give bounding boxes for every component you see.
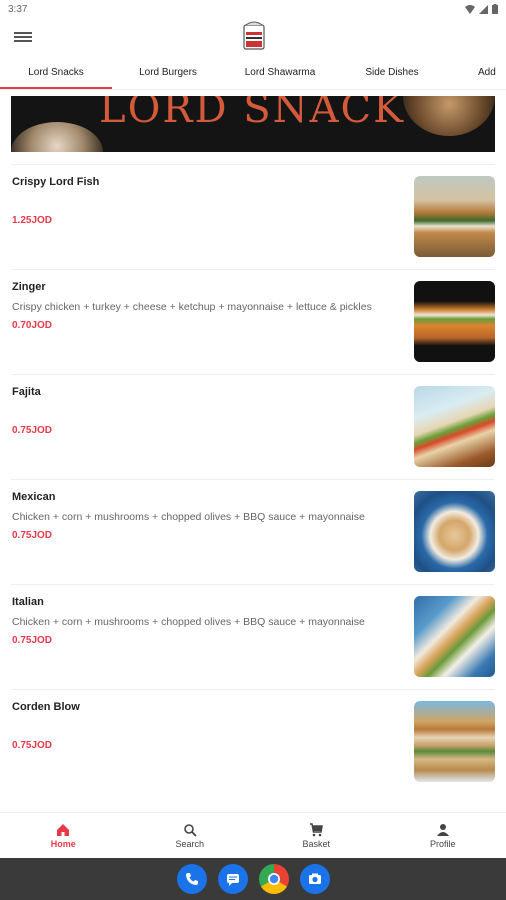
banner-food-right: [403, 96, 495, 136]
item-price: 0.75JOD: [12, 425, 53, 436]
item-image: [414, 596, 495, 677]
cart-icon: [310, 822, 324, 836]
menu-item-zinger[interactable]: Zinger Crispy chicken + turkey + cheese …: [11, 269, 495, 374]
item-image: [414, 386, 495, 467]
person-icon: [436, 823, 449, 836]
menu-icon[interactable]: [14, 30, 32, 46]
tab-lord-burgers[interactable]: Lord Burgers: [112, 58, 224, 89]
item-description: Crispy chicken + turkey + cheese + ketch…: [12, 301, 372, 313]
item-description: Chicken + corn + mushrooms + chopped oli…: [12, 511, 365, 523]
home-icon: [57, 823, 70, 836]
nav-profile-label: Profile: [429, 838, 456, 849]
menu-item-fajita[interactable]: Fajita 0.75JOD: [11, 374, 495, 479]
status-icons: [465, 4, 498, 14]
item-image: [414, 491, 495, 572]
menu-list: Crispy Lord Fish 1.25JOD Zinger Crispy c…: [0, 164, 506, 794]
bottom-navigation: Home Search Basket Profile: [0, 812, 506, 858]
item-price: 0.75JOD: [12, 740, 53, 751]
nav-home[interactable]: Home: [0, 813, 127, 858]
search-icon: [183, 823, 197, 837]
item-description: Chicken + corn + mushrooms + chopped oli…: [12, 616, 365, 628]
tab-add[interactable]: Add: [448, 58, 506, 89]
menu-item-crispy-lord-fish[interactable]: Crispy Lord Fish 1.25JOD: [11, 164, 495, 269]
item-name: Zinger: [12, 281, 46, 293]
status-time: 3:37: [8, 3, 28, 15]
lord-snack-logo[interactable]: [243, 21, 265, 51]
category-tabs: Lord Snacks Lord Burgers Lord Shawarma S…: [0, 58, 506, 90]
status-bar: 3:37: [0, 0, 506, 18]
item-image: [414, 701, 495, 782]
menu-item-corden-blow[interactable]: Corden Blow 0.75JOD: [11, 689, 495, 794]
nav-search[interactable]: Search: [127, 813, 254, 858]
item-price: 0.75JOD: [12, 635, 53, 646]
tab-lord-snacks[interactable]: Lord Snacks: [0, 58, 112, 89]
chrome-icon[interactable]: [258, 864, 289, 894]
item-name: Corden Blow: [12, 701, 80, 713]
item-price: 0.75JOD: [12, 530, 53, 541]
signal-icon: [479, 4, 488, 14]
item-name: Fajita: [12, 386, 41, 398]
tab-lord-shawarma[interactable]: Lord Shawarma: [224, 58, 336, 89]
item-image: [414, 176, 495, 257]
nav-basket-label: Basket: [302, 838, 330, 849]
item-image: [414, 281, 495, 362]
banner-food-left: [11, 122, 103, 152]
nav-profile[interactable]: Profile: [380, 813, 506, 858]
tab-side-dishes[interactable]: Side Dishes: [336, 58, 448, 89]
item-price: 0.70JOD: [12, 320, 53, 331]
item-name: Mexican: [12, 491, 56, 503]
banner-image: LORD SNACK: [11, 96, 495, 152]
camera-icon[interactable]: [299, 864, 330, 894]
item-name: Italian: [12, 596, 44, 608]
item-price: 1.25JOD: [12, 215, 53, 226]
item-name: Crispy Lord Fish: [12, 176, 100, 188]
menu-item-italian[interactable]: Italian Chicken + corn + mushrooms + cho…: [11, 584, 495, 689]
wifi-icon: [465, 4, 475, 14]
phone-icon[interactable]: [176, 864, 207, 894]
nav-basket[interactable]: Basket: [253, 813, 380, 858]
messages-icon[interactable]: [217, 864, 248, 894]
nav-search-label: Search: [175, 838, 205, 849]
nav-home-label: Home: [50, 838, 76, 849]
system-dock: [0, 858, 506, 900]
menu-item-mexican[interactable]: Mexican Chicken + corn + mushrooms + cho…: [11, 479, 495, 584]
app-bar: [0, 18, 506, 58]
battery-icon: [492, 4, 498, 14]
banner-text: LORD SNACK: [99, 96, 406, 132]
